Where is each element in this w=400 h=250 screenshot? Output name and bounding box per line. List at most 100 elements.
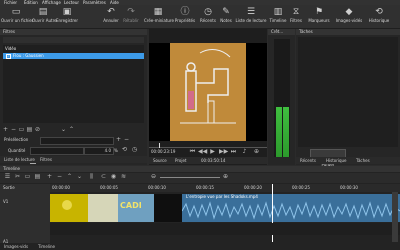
append-icon[interactable]: +	[46, 173, 53, 180]
quantity-field[interactable]: 4.0	[84, 147, 114, 155]
history-button[interactable]: ⟲ Historique	[364, 5, 394, 28]
history-icon: ⟲	[375, 7, 383, 17]
remove-icon[interactable]: −	[56, 173, 63, 180]
zoom-out-icon[interactable]: ⊖	[150, 173, 157, 180]
cadi-text: CADI	[120, 201, 142, 210]
clip-main[interactable]: L'entropie vue par les Shadoks.mp4	[182, 194, 400, 222]
save-icon: ▣	[62, 7, 72, 17]
filter-item-gaussian-blur[interactable]: ✓ Flou : Gaussien	[3, 53, 144, 59]
lift-icon[interactable]: ⌃	[66, 173, 73, 180]
remove-filter-icon[interactable]: −	[10, 126, 17, 133]
clip-intro[interactable]	[50, 194, 88, 222]
tab-tasks[interactable]: Tâches	[356, 159, 370, 163]
timeline-menu-icon[interactable]: ☰	[4, 173, 11, 180]
zoom-icon[interactable]: ⊕	[253, 148, 260, 155]
create-thumbnail-button[interactable]: ▦ Crée-miniature	[144, 5, 174, 28]
folder-icon: ▭	[11, 7, 21, 17]
right-channel-level	[283, 107, 289, 157]
paste-icon[interactable]: ▤	[34, 173, 41, 180]
skip-start-icon[interactable]: ⏮	[189, 148, 196, 155]
add-filter-icon[interactable]: +	[2, 126, 9, 133]
reset-quantity-icon[interactable]: ⟲	[121, 146, 128, 153]
tasks-list	[298, 37, 398, 147]
timeline-button[interactable]: ▥ Timeline	[268, 5, 288, 28]
timeline-scrollbar[interactable]	[392, 192, 398, 242]
open-file-button[interactable]: ▭ Ouvrir un fichier	[1, 5, 34, 28]
fast-forward-icon[interactable]: ▶▶	[219, 148, 228, 155]
quantity-slider[interactable]	[30, 147, 84, 155]
markers-button[interactable]: ⚑ Marqueurs	[304, 5, 334, 28]
snap-icon[interactable]: ⊂	[100, 173, 107, 180]
tab-timeline[interactable]: Timeline	[38, 245, 55, 249]
split-icon[interactable]: ⫼	[88, 173, 95, 180]
delete-preset-icon[interactable]: −	[123, 136, 130, 143]
ripple-icon[interactable]: ≋	[120, 173, 127, 180]
zoom-slider[interactable]	[160, 177, 220, 178]
copy-icon[interactable]: ▭	[24, 173, 31, 180]
tab-recent[interactable]: Récents	[300, 159, 316, 163]
clip-cadi[interactable]: CADI	[118, 194, 154, 222]
audio-waveform	[182, 201, 400, 220]
a1-track	[50, 223, 400, 235]
zoom-in-icon[interactable]: ⊕	[222, 173, 229, 180]
track-output-label: Sortie	[3, 185, 15, 190]
filter-clip-name: L'entropie vue par les Shadoks.mp4	[3, 37, 144, 54]
redo-button[interactable]: ↷ Rétablir	[120, 5, 142, 28]
undo-icon: ↶	[107, 7, 115, 17]
quantity-unit: %	[114, 148, 118, 153]
tab-playlist[interactable]: Liste de lecture	[4, 158, 35, 162]
deselect-filter-icon[interactable]: ⊘	[34, 126, 41, 133]
overwrite-icon[interactable]: ⌄	[76, 173, 83, 180]
current-timecode[interactable]: 00:00:23:19	[151, 150, 175, 154]
tab-project[interactable]: Projet	[175, 159, 187, 163]
quantity-label: Quantité	[8, 148, 26, 153]
right-tabs: Récents Historique Tâches	[296, 157, 400, 164]
move-up-icon[interactable]: ⌃	[68, 126, 75, 133]
skip-end-icon[interactable]: ⏭	[230, 148, 237, 155]
notes-button[interactable]: ✎ Notes	[218, 5, 234, 28]
preset-select[interactable]	[40, 137, 114, 145]
filter-checkbox[interactable]: ✓	[6, 54, 11, 59]
audio-meter-panel: Crêt...	[268, 29, 295, 165]
video-frame	[170, 43, 246, 141]
rewind-icon[interactable]: ◀◀	[198, 148, 207, 155]
tasks-panel-header: Tâches	[296, 29, 400, 35]
audio-meter-header: Crêt...	[268, 29, 295, 35]
clip-black[interactable]	[154, 194, 182, 222]
properties-button[interactable]: ⓘ Propriétés	[172, 5, 198, 28]
keyframes-icon: ◆	[345, 7, 353, 17]
timeline-ruler[interactable]: 00:00:00 00:00:05 00:00:10 00:00:15 00:0…	[50, 184, 400, 192]
cut-icon[interactable]: ✂	[14, 173, 21, 180]
move-down-icon[interactable]: ⌄	[60, 126, 67, 133]
redo-icon: ↷	[127, 7, 135, 17]
open-other-button[interactable]: ▤ Ouvrir Autre	[32, 5, 57, 28]
filters-button[interactable]: ⧖ Filtres	[288, 5, 304, 28]
recent-button[interactable]: ◷ Récents	[198, 5, 218, 28]
save-button[interactable]: ▣ Enregistrer	[55, 5, 79, 28]
tasks-panel: Tâches Purger	[296, 29, 400, 167]
marker-icon: ⚑	[314, 7, 324, 17]
tab-history[interactable]: Historique	[326, 159, 347, 163]
paste-filter-icon[interactable]: ▤	[26, 126, 33, 133]
play-icon[interactable]: ▶	[209, 148, 216, 155]
scrub-icon[interactable]: ◉	[110, 173, 117, 180]
undo-button[interactable]: ↶ Annuler	[100, 5, 122, 28]
tab-source[interactable]: Source	[153, 159, 167, 163]
keyframes-button[interactable]: ◆ Images-vidés	[334, 5, 364, 28]
recent-icon: ◷	[204, 7, 212, 17]
playlist-button[interactable]: ☰ Liste de lecture	[234, 5, 268, 28]
notes-icon: ✎	[222, 7, 230, 17]
transport-bar: 00:00:23:19 ⏮ ◀◀ ▶ ▶▶ ⏭ ♪ ⊕	[149, 148, 267, 156]
timeline-icon: ▥	[273, 7, 283, 17]
tab-keyframes[interactable]: Images-vids	[4, 245, 28, 249]
save-preset-icon[interactable]: +	[115, 136, 122, 143]
left-bottom-tabs: Liste de lecture Filtres	[0, 156, 147, 163]
tab-filters[interactable]: Filtres	[40, 158, 52, 162]
filter-icon: ⧖	[292, 7, 300, 17]
filters-panel: Filtres L'entropie vue par les Shadoks.m…	[0, 29, 147, 165]
copy-filter-icon[interactable]: ▭	[18, 126, 25, 133]
clip-title[interactable]	[88, 194, 118, 222]
filters-panel-header: Filtres	[0, 29, 147, 35]
volume-icon[interactable]: ♪	[241, 148, 248, 155]
keyframe-quantity-icon[interactable]: ◷	[131, 146, 138, 153]
